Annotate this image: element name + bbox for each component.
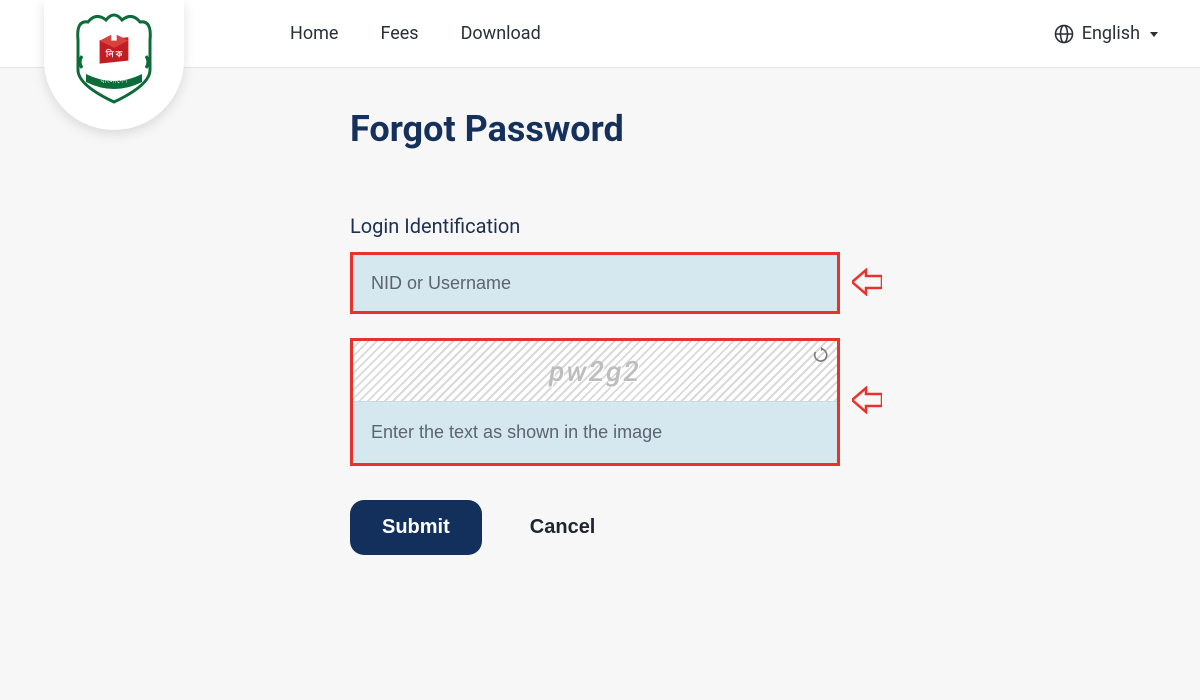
refresh-icon[interactable] [813, 347, 829, 363]
captcha-block: pw2g2 [350, 338, 840, 466]
captcha-image: pw2g2 [353, 341, 837, 401]
login-id-label: Login Identification [350, 214, 1200, 238]
captcha-input[interactable] [353, 401, 837, 463]
arrow-left-icon [852, 386, 882, 414]
globe-icon [1054, 24, 1074, 44]
arrow-left-icon [852, 268, 882, 296]
nav-download[interactable]: Download [461, 23, 541, 44]
main-content: Forgot Password Login Identification pw2… [0, 68, 1200, 555]
action-buttons: Submit Cancel [350, 500, 1200, 555]
chevron-down-icon [1148, 28, 1160, 40]
nav-fees[interactable]: Fees [380, 23, 418, 44]
language-selector[interactable]: English [1054, 23, 1160, 44]
svg-text:নি ক: নি ক [105, 48, 123, 60]
cancel-button[interactable]: Cancel [530, 516, 596, 539]
emblem-icon: নি ক বাংলাদেশ [68, 10, 160, 110]
submit-button[interactable]: Submit [350, 500, 482, 555]
language-label: English [1082, 23, 1140, 44]
nav-home[interactable]: Home [290, 23, 338, 44]
login-id-input[interactable] [350, 252, 840, 314]
main-nav: Home Fees Download [290, 23, 541, 44]
login-id-row [350, 252, 1200, 314]
captcha-row: pw2g2 [350, 338, 1200, 466]
svg-text:বাংলাদেশ: বাংলাদেশ [100, 77, 129, 85]
page-title: Forgot Password [350, 108, 1200, 150]
top-header: নি ক বাংলাদেশ Home Fees Download English [0, 0, 1200, 68]
captcha-text: pw2g2 [549, 355, 641, 388]
